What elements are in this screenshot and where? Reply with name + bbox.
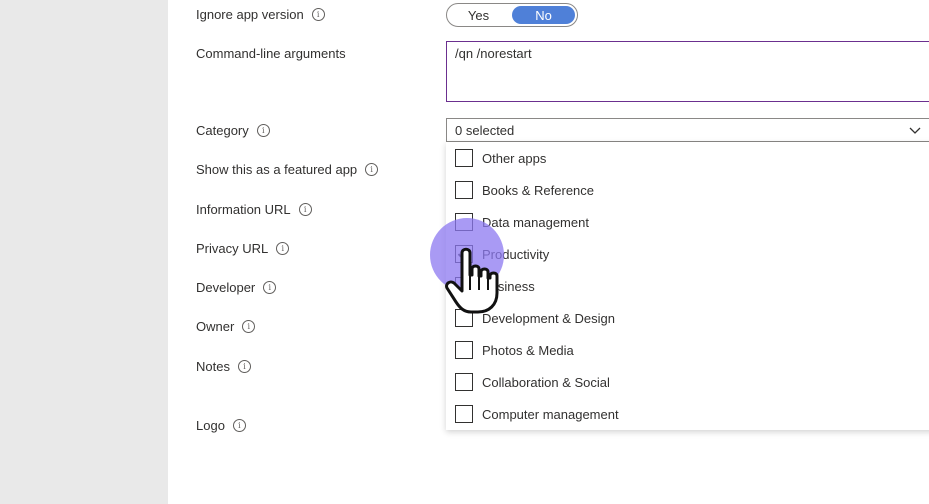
info-icon[interactable]: i xyxy=(232,419,246,432)
privacy-url-text: Privacy URL xyxy=(196,241,269,256)
info-icon[interactable]: i xyxy=(256,124,270,137)
notes-text: Notes xyxy=(196,359,230,374)
info-icon[interactable]: i xyxy=(263,281,277,294)
info-icon[interactable]: i xyxy=(237,360,251,373)
category-option[interactable]: Collaboration & Social xyxy=(446,366,929,398)
category-label: Category i xyxy=(196,123,270,138)
option-label: Photos & Media xyxy=(482,342,574,358)
category-option[interactable]: Photos & Media xyxy=(446,334,929,366)
hand-pointer-icon xyxy=(445,247,499,314)
category-option[interactable]: Development & Design xyxy=(446,302,929,334)
logo-text: Logo xyxy=(196,418,225,433)
info-icon[interactable]: i xyxy=(298,203,312,216)
category-option[interactable]: Business xyxy=(446,270,929,302)
toggle-no[interactable]: No xyxy=(512,6,575,24)
chevron-down-icon xyxy=(909,127,921,134)
ignore-app-version-toggle[interactable]: Yes No xyxy=(446,3,578,27)
category-options-panel: Other apps Books & Reference Data manage… xyxy=(446,142,929,430)
category-dropdown-value: 0 selected xyxy=(455,122,515,138)
category-option[interactable]: Data management xyxy=(446,206,929,238)
information-url-label: Information URL i xyxy=(196,202,312,217)
info-icon[interactable]: i xyxy=(242,320,256,333)
option-label: Computer management xyxy=(482,406,619,422)
owner-label: Owner i xyxy=(196,319,256,334)
toggle-yes[interactable]: Yes xyxy=(447,4,510,26)
checkbox[interactable] xyxy=(455,149,473,167)
category-dropdown[interactable]: 0 selected xyxy=(446,118,929,142)
option-label: Other apps xyxy=(482,150,547,166)
featured-text: Show this as a featured app xyxy=(196,162,358,177)
category-option[interactable]: Other apps xyxy=(446,142,929,174)
option-label: Collaboration & Social xyxy=(482,374,610,390)
command-line-label: Command-line arguments xyxy=(196,46,346,61)
option-label: Books & Reference xyxy=(482,182,595,198)
category-option[interactable]: Books & Reference xyxy=(446,174,929,206)
checkbox[interactable] xyxy=(455,181,473,199)
info-icon[interactable]: i xyxy=(365,163,379,176)
featured-label: Show this as a featured app i xyxy=(196,162,379,177)
information-url-text: Information URL xyxy=(196,202,291,217)
developer-text: Developer xyxy=(196,280,256,295)
command-line-text: Command-line arguments xyxy=(196,46,346,61)
developer-label: Developer i xyxy=(196,280,277,295)
checkbox[interactable] xyxy=(455,405,473,423)
left-gutter xyxy=(0,0,168,504)
privacy-url-label: Privacy URL i xyxy=(196,241,290,256)
info-icon[interactable]: i xyxy=(276,242,290,255)
category-option[interactable]: Productivity xyxy=(446,238,929,270)
command-line-input[interactable]: /qn /norestart xyxy=(446,41,929,102)
info-icon[interactable]: i xyxy=(311,8,325,21)
notes-label: Notes i xyxy=(196,359,251,374)
owner-text: Owner xyxy=(196,319,235,334)
category-option[interactable]: Computer management xyxy=(446,398,929,430)
logo-label: Logo i xyxy=(196,418,246,433)
ignore-app-version-text: Ignore app version xyxy=(196,7,304,22)
checkbox[interactable] xyxy=(455,341,473,359)
category-text: Category xyxy=(196,123,249,138)
ignore-app-version-label: Ignore app version i xyxy=(196,7,325,22)
checkbox[interactable] xyxy=(455,373,473,391)
option-label: Data management xyxy=(482,214,589,230)
